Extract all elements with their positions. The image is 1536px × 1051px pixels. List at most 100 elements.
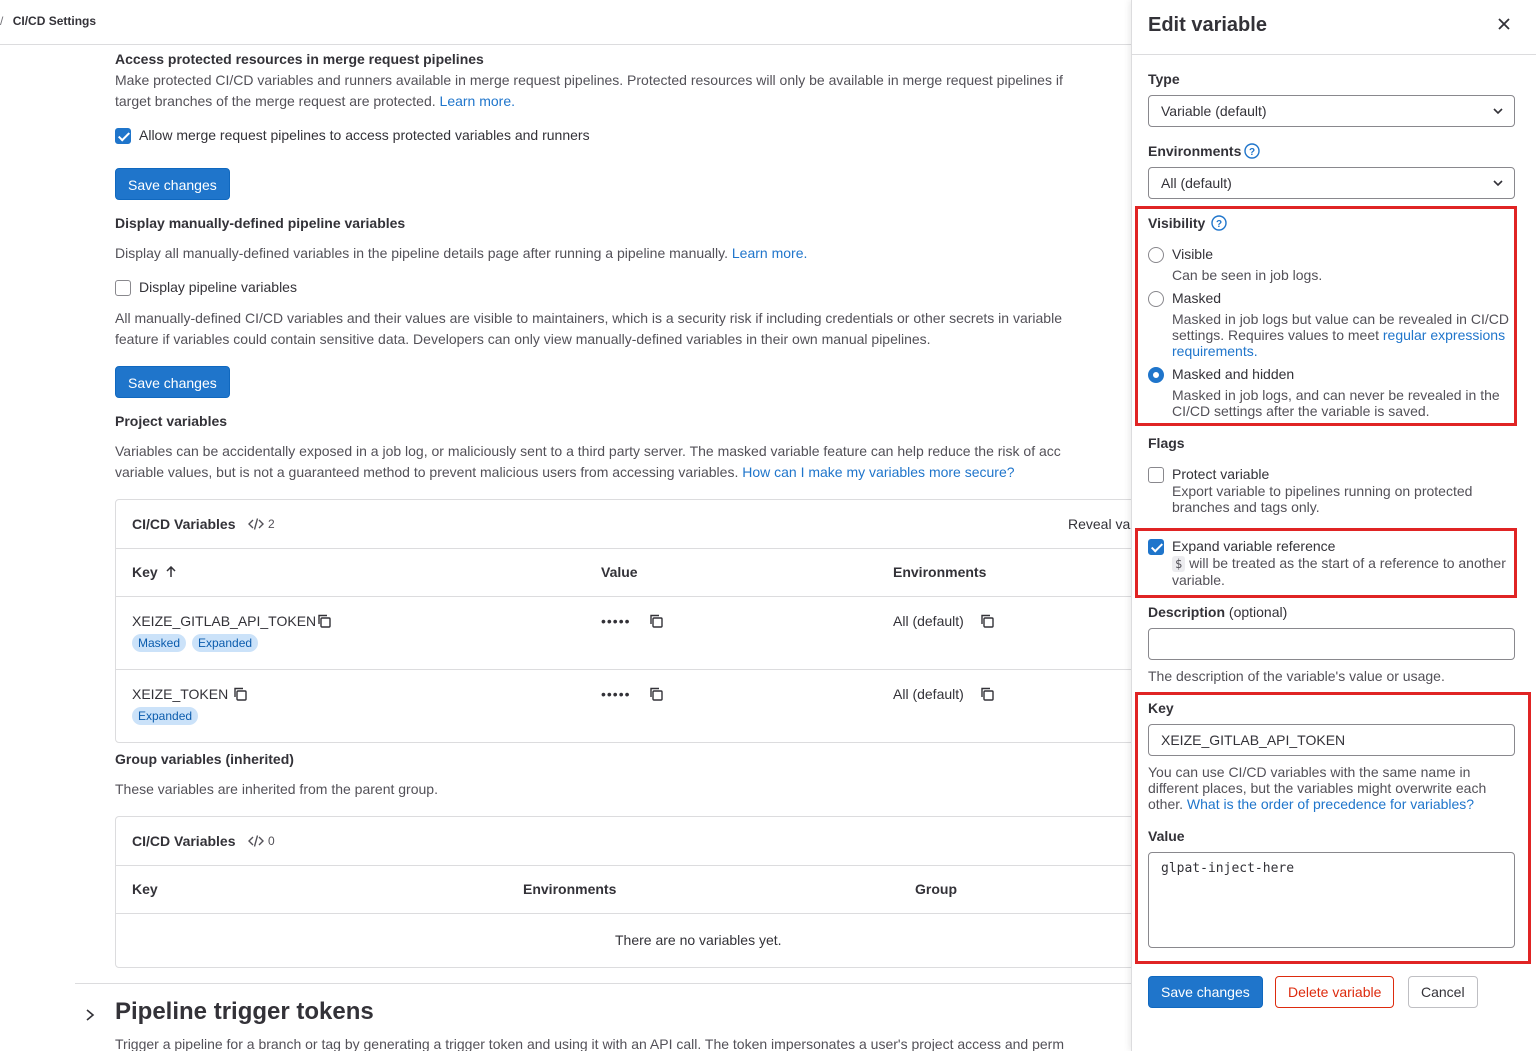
dollar-code-chip: $ <box>1172 556 1186 572</box>
breadcrumb-separator: / <box>0 14 4 28</box>
masked-badge: Masked <box>132 634 187 652</box>
key-input-value: XEIZE_GITLAB_API_TOKEN <box>1161 732 1346 748</box>
visibility-masked-hidden-help: Masked in job logs, and can never be rev… <box>1172 387 1500 419</box>
empty-state-text: There are no variables yet. <box>615 932 782 948</box>
expand-variable-help: will be treated as the start of a refere… <box>1172 555 1506 588</box>
secure-variables-link[interactable]: How can I make my variables more secure? <box>742 464 1014 480</box>
expand-variable-help-wrap: $ will be treated as the start of a refe… <box>1172 555 1512 588</box>
col-environments-header: Environments <box>893 564 987 580</box>
environments-select-value: All (default) <box>1161 175 1232 191</box>
mr-desc-line2: target branches of the merge request are… <box>115 93 436 109</box>
group-variables-card: CI/CD Variables 0 Key Environments Group… <box>115 816 1131 968</box>
help-icon[interactable]: ? <box>1211 215 1227 231</box>
protect-variable-checkbox[interactable] <box>1148 467 1164 483</box>
project-vars-desc-line2-wrap: variable values, but is not a guaranteed… <box>115 462 1015 483</box>
value-textarea-value: glpat-inject-here <box>1161 861 1295 876</box>
project-variables-card: CI/CD Variables 2 Reveal va Key Value En… <box>115 499 1131 743</box>
pipeline-vars-warn-line2: feature if variables could contain sensi… <box>115 331 931 347</box>
save-changes-button[interactable]: Save changes <box>1148 976 1263 1008</box>
pipeline-vars-learn-more-link[interactable]: Learn more. <box>732 245 807 261</box>
pipeline-vars-desc: Display all manually-defined variables i… <box>115 245 728 261</box>
pipeline-vars-desc-wrap: Display all manually-defined variables i… <box>115 243 807 264</box>
mr-desc-line2-wrap: target branches of the merge request are… <box>115 91 515 112</box>
visibility-masked-radio[interactable] <box>1148 291 1164 307</box>
pipeline-vars-save-button[interactable]: Save changes <box>115 366 230 398</box>
trigger-tokens-desc: Trigger a pipeline for a branch or tag b… <box>115 1036 1064 1051</box>
mr-allow-checkbox[interactable] <box>115 128 131 144</box>
variable-environment: All (default) <box>893 686 964 702</box>
mr-desc-line1: Make protected CI/CD variables and runne… <box>115 72 1063 88</box>
group-variables-count: 0 <box>268 834 275 848</box>
svg-text:?: ? <box>1216 219 1222 230</box>
code-icon <box>248 518 264 530</box>
visibility-masked-help-wrap: Masked in job logs but value can be reve… <box>1172 311 1512 359</box>
chevron-down-icon <box>1493 180 1503 187</box>
group-vars-desc: These variables are inherited from the p… <box>115 781 438 797</box>
variable-value-masked: ••••• <box>601 686 631 702</box>
cancel-button[interactable]: Cancel <box>1408 976 1478 1008</box>
expand-variable-checkbox[interactable] <box>1148 539 1164 555</box>
copy-icon[interactable] <box>233 687 247 701</box>
reveal-values-toggle-label[interactable]: Reveal va <box>1068 516 1130 532</box>
type-select[interactable]: Variable (default) <box>1148 95 1515 127</box>
group-col-environments-header: Environments <box>523 881 617 897</box>
description-optional: (optional) <box>1228 604 1288 620</box>
chevron-right-icon[interactable] <box>84 1008 96 1022</box>
key-help-wrap: You can use CI/CD variables with the sam… <box>1148 764 1520 812</box>
copy-icon[interactable] <box>649 614 663 628</box>
trigger-tokens-title[interactable]: Pipeline trigger tokens <box>115 998 374 1026</box>
variable-value-masked: ••••• <box>601 613 631 629</box>
edit-variable-drawer: Edit variable Type Variable (default) En… <box>1131 0 1536 1051</box>
copy-icon[interactable] <box>980 687 994 701</box>
top-bar: / CI/CD Settings <box>0 0 1131 45</box>
col-key-label: Key <box>132 564 158 580</box>
description-label: Description <box>1148 604 1226 620</box>
environments-select[interactable]: All (default) <box>1148 167 1515 199</box>
value-textarea[interactable]: glpat-inject-here <box>1148 852 1515 948</box>
visibility-masked-hidden-radio[interactable] <box>1148 367 1164 383</box>
flags-label: Flags <box>1148 435 1185 451</box>
protect-variable-help: Export variable to pipelines running on … <box>1172 483 1473 515</box>
mr-learn-more-link[interactable]: Learn more. <box>440 93 515 109</box>
group-variables-card-title: CI/CD Variables <box>132 833 236 849</box>
sort-arrow-up-icon <box>166 565 176 577</box>
divider <box>116 913 1131 914</box>
group-col-group-header: Group <box>915 881 957 897</box>
type-label: Type <box>1148 71 1180 87</box>
col-key-header[interactable]: Key <box>132 564 176 580</box>
breadcrumb: / CI/CD Settings <box>0 14 96 28</box>
pipeline-vars-title: Display manually-defined pipeline variab… <box>115 215 406 231</box>
project-variables-card-header: CI/CD Variables 2 Reveal va <box>116 500 1131 549</box>
divider <box>116 596 1131 597</box>
copy-icon[interactable] <box>980 614 994 628</box>
display-pipeline-vars-checkbox[interactable] <box>115 280 131 296</box>
variable-key: XEIZE_GITLAB_API_TOKEN <box>132 613 317 629</box>
description-help: The description of the variable's value … <box>1148 668 1445 684</box>
expanded-badge: Expanded <box>192 634 259 652</box>
variable-key: XEIZE_TOKEN <box>132 686 229 702</box>
mr-save-button[interactable]: Save changes <box>115 168 230 200</box>
precedence-link[interactable]: What is the order of precedence for vari… <box>1187 796 1474 812</box>
expand-variable-title: Expand variable reference <box>1172 538 1336 554</box>
visibility-masked-title: Masked <box>1172 290 1222 306</box>
delete-variable-button[interactable]: Delete variable <box>1275 976 1395 1008</box>
visibility-visible-help: Can be seen in job logs. <box>1172 267 1323 283</box>
divider <box>116 669 1131 670</box>
project-vars-title: Project variables <box>115 413 228 429</box>
mr-section-title: Access protected resources in merge requ… <box>115 51 484 67</box>
visibility-label: Visibility <box>1148 215 1206 231</box>
project-variables-count: 2 <box>268 517 275 531</box>
pipeline-vars-warn-line1: All manually-defined CI/CD variables and… <box>115 310 1062 326</box>
help-icon[interactable]: ? <box>1244 143 1260 159</box>
copy-icon[interactable] <box>317 614 331 628</box>
close-icon[interactable] <box>1494 14 1514 34</box>
expanded-badge: Expanded <box>132 707 199 725</box>
svg-text:?: ? <box>1249 147 1255 158</box>
key-input[interactable]: XEIZE_GITLAB_API_TOKEN <box>1148 724 1515 756</box>
description-input[interactable] <box>1148 628 1515 660</box>
visibility-visible-radio[interactable] <box>1148 247 1164 263</box>
breadcrumb-current[interactable]: CI/CD Settings <box>13 14 96 28</box>
key-label: Key <box>1148 700 1174 716</box>
project-variables-card-title: CI/CD Variables <box>132 516 236 532</box>
copy-icon[interactable] <box>649 687 663 701</box>
